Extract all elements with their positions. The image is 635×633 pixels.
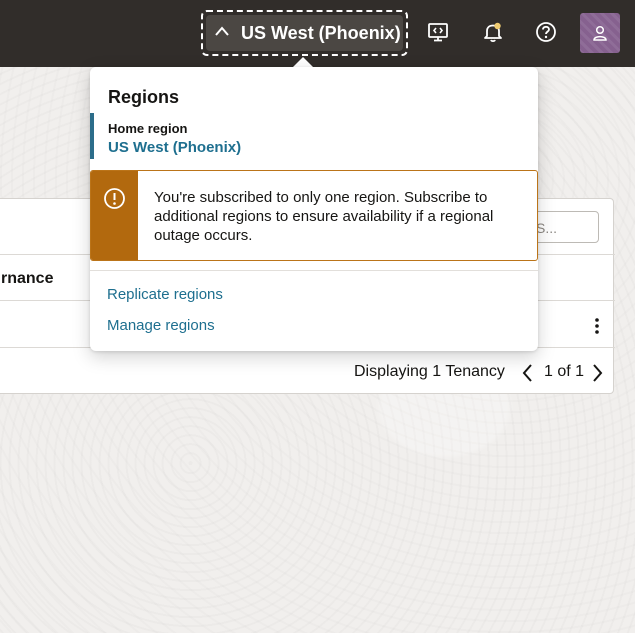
regions-popup: Regions Home region US West (Phoenix) Yo… (90, 67, 538, 351)
avatar[interactable] (580, 13, 620, 53)
region-selector-button[interactable]: US West (Phoenix) (201, 10, 408, 56)
notification-dot (494, 22, 501, 30)
popup-title: Regions (108, 87, 180, 107)
top-header: US West (Phoenix) (0, 0, 635, 67)
warning-text: You're subscribed to only one region. Su… (154, 189, 494, 244)
kebab-menu-icon[interactable] (594, 317, 600, 335)
replicate-regions-link[interactable]: Replicate regions (107, 286, 223, 303)
home-region-section: Home region US West (Phoenix) (90, 113, 290, 159)
popup-divider (90, 270, 538, 271)
warning-stripe (91, 171, 138, 260)
warning-message: You're subscribed to only one region. Su… (90, 170, 538, 261)
chevron-up-icon (215, 26, 229, 36)
bell-icon[interactable] (482, 21, 504, 43)
home-region-label: Home region (108, 121, 188, 136)
user-icon (593, 25, 607, 41)
warning-icon (104, 188, 125, 209)
popup-pointer (293, 57, 313, 67)
chevron-right-icon[interactable] (592, 363, 604, 383)
page-indicator: 1 of 1 (544, 363, 585, 380)
region-button-label: US West (Phoenix) (241, 23, 401, 43)
pagination-summary: Displaying 1 Tenancy (354, 363, 505, 380)
manage-regions-link[interactable]: Manage regions (107, 317, 215, 334)
column-header: rnance (1, 270, 54, 287)
chevron-left-icon[interactable] (521, 363, 533, 383)
help-icon[interactable] (535, 21, 557, 43)
home-region-value: US West (Phoenix) (108, 139, 242, 156)
cloud-shell-icon[interactable] (427, 21, 449, 43)
